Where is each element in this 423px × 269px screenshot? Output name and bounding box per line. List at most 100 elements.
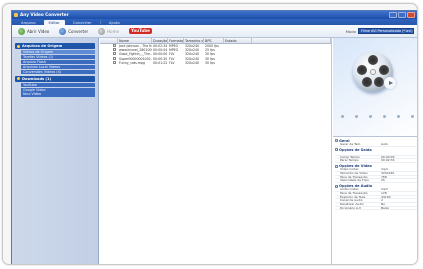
reel-hole [357,65,367,75]
home-icon [98,27,106,35]
property-key: Gerar de Tam. [340,143,362,146]
sidebar-item[interactable]: Conversões Vídeos (4) [21,69,95,74]
cell-size: 320x240 [185,60,200,65]
property-key: Exemplo de Taxa [340,195,366,199]
properties-panel: − Geral Gerar de Tam. Auto − Opções de Saíd… [333,136,417,264]
property-key [335,152,381,155]
column-header[interactable]: BPS [204,38,224,43]
convert-icon [59,27,67,35]
title-bar[interactable]: Any Video Converter [12,11,417,19]
sidebar-item[interactable]: Google Video [21,87,95,92]
sidebar-item[interactable]: Videos de Origem [21,49,95,54]
checkbox-icon [113,44,116,47]
property-value: 320x240 [381,172,395,175]
download-icon [17,77,20,81]
play-icon[interactable] [384,77,396,89]
property-value: mp4 [381,168,388,171]
sidebar-group-header[interactable]: Downloads (1) [15,75,95,82]
column-header[interactable]: Formato [168,38,184,43]
play-button[interactable] [341,115,344,118]
property-value: 2 [381,199,383,202]
sidebar-group-title: Downloads (1) [22,76,52,81]
snapshot-button[interactable] [411,115,414,118]
property-key: Velocidade de Fcps [340,179,369,183]
property-key: Iniciar Tempo [340,155,360,159]
player-controls [341,115,414,118]
convert-button[interactable]: Converter [59,27,89,35]
property-key: Tamanho de Vídeo [340,172,368,175]
reel-hole [379,65,389,75]
stop-button[interactable] [355,115,358,118]
reel-hole [362,77,372,87]
property-key: Dicionário Á-V [340,206,362,210]
menu-converter[interactable]: Converter [68,20,97,25]
property-key: Canal de Áudio [340,199,363,202]
home-button[interactable]: Home [98,27,119,35]
column-header[interactable] [100,38,118,43]
property-row[interactable]: Gerar de Tam. Auto [335,143,417,147]
column-header[interactable]: Estado [224,38,252,43]
column-header[interactable]: Duração [152,38,168,43]
convert-label: Converter [68,28,89,34]
property-key: Taxa de Transação [340,175,368,179]
add-video-label: Abrir Vídeo [27,28,50,34]
profile-dropdown[interactable]: Filme AVI Personalizado (*.avi) [358,28,414,34]
checkbox-icon [113,48,116,52]
menu-editar[interactable]: Editar [43,19,65,25]
add-video-button[interactable]: Abrir Vídeo [18,27,50,35]
close-icon[interactable] [407,12,415,18]
row-checkbox[interactable] [100,60,118,65]
property-value: Baixo [381,206,390,210]
minimize-icon[interactable] [389,12,397,18]
file-list: Nome Duração Formato Tamanho d... BPS Es… [100,38,332,264]
maximize-icon[interactable] [398,12,406,18]
property-key: Parar Tempo [340,159,359,163]
reel-hole [374,77,384,87]
next-button[interactable] [383,115,386,118]
property-row[interactable]: Velocidade de Fcps 25 [335,179,417,184]
property-key: Áudio Codec [340,188,359,191]
property-value: 00:00:00 [381,155,395,159]
column-header[interactable]: Tamanho d... [184,38,204,43]
menu-ajuda[interactable]: Ajuda [104,20,125,25]
screenshot-frame: Any Video Converter Arquivo Editar Conve… [2,3,418,265]
cell-fps: 30 fps [205,60,215,65]
cell-name: Funny_cats.mpg [119,60,145,65]
property-row[interactable]: Dicionário Á-V Baixo [335,207,417,211]
checkbox-icon [113,60,116,64]
collapse-icon[interactable]: − [335,148,338,152]
property-row[interactable]: Parar Tempo 00:02:34 [335,159,417,164]
property-value: No [381,203,386,206]
sidebar-item[interactable]: Arquivos Local Vídeos [21,64,95,69]
sidebar-item[interactable]: YouTube [21,82,95,87]
sidebar-item[interactable]: Tarefas Vídeos (1) [21,54,95,59]
collapse-icon[interactable]: − [335,184,338,188]
menu-arquivo[interactable]: Arquivo [16,20,41,25]
previous-button[interactable] [369,115,372,118]
youtube-button[interactable]: YouTube [128,28,152,34]
sidebar-item[interactable]: Nico Vídeo [21,92,95,97]
window-title: Any Video Converter [20,12,69,17]
sidebar-item[interactable]: Arquivo Flash [21,59,95,64]
column-header-filler [252,38,331,43]
folder-icon [17,44,20,48]
menu-separator: | [99,20,101,24]
cell-duration: 00:01:22 [153,60,168,65]
video-preview [333,38,417,136]
collapse-icon[interactable]: − [335,139,338,143]
app-window: Any Video Converter Arquivo Editar Conve… [11,10,417,264]
profile-label: Modo [345,28,356,34]
column-header[interactable]: Nome [118,38,152,43]
checkbox-icon [113,52,116,56]
app-icon [14,13,18,17]
table-row[interactable]: Funny_cats.mpg 00:01:22 FLV 320x240 30 f… [100,60,331,65]
sidebar-group-header[interactable]: Arquivos de Origem [15,43,95,49]
window-controls [389,12,415,18]
profile-selector: Modo Filme AVI Personalizado (*.avi) [346,28,414,34]
volume-button[interactable] [397,115,400,118]
collapse-icon[interactable]: − [335,164,338,168]
property-value: 25 [381,179,385,183]
sidebar: Arquivos de Origem Videos de Origem Tare… [12,38,99,264]
property-value: mp3 [381,188,388,191]
sidebar-group-downloads: Downloads (1) YouTube Google Video Nico … [15,75,95,97]
